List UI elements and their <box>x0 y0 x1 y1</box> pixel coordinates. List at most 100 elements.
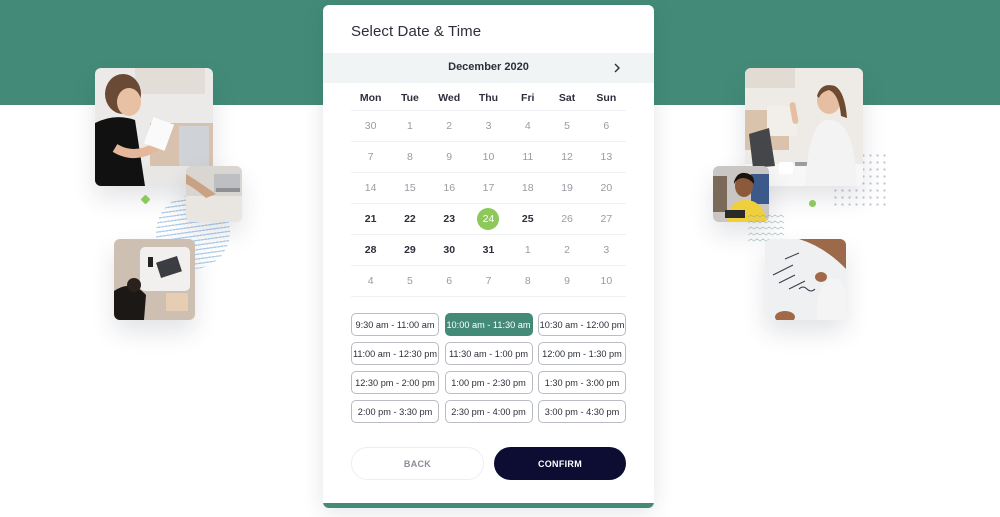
time-slot[interactable]: 2:30 pm - 4:00 pm <box>444 400 533 423</box>
calendar-day[interactable]: 12 <box>556 146 578 168</box>
calendar-day[interactable]: 15 <box>399 177 421 199</box>
calendar-day[interactable]: 6 <box>438 270 460 292</box>
calendar-cell: 19 <box>547 177 586 199</box>
calendar-cell: 1 <box>390 115 429 137</box>
calendar-cell: 11 <box>508 146 547 168</box>
calendar-day[interactable]: 30 <box>360 115 382 137</box>
calendar-day[interactable]: 20 <box>595 177 617 199</box>
calendar-day[interactable]: 28 <box>360 239 382 261</box>
calendar-cell: 22 <box>390 208 429 230</box>
calendar-cell: 27 <box>587 208 626 230</box>
time-slot[interactable]: 1:30 pm - 3:00 pm <box>538 371 626 394</box>
green-dot-decoration <box>140 194 151 205</box>
calendar-cell: 7 <box>469 270 508 292</box>
calendar-week-row: 28 29 30 31 1 2 3 <box>351 235 626 266</box>
calendar-day[interactable]: 8 <box>399 146 421 168</box>
calendar-day-selected[interactable]: 24 <box>477 208 500 230</box>
calendar-cell: 3 <box>469 115 508 137</box>
calendar-cell: 2 <box>547 239 586 261</box>
calendar-cell: 28 <box>351 239 390 261</box>
calendar-day[interactable]: 2 <box>556 239 578 261</box>
calendar-cell: 4 <box>351 270 390 292</box>
chevron-right-icon <box>614 63 620 73</box>
calendar-cell: 15 <box>390 177 429 199</box>
time-slot[interactable]: 2:00 pm - 3:30 pm <box>351 400 439 423</box>
confirm-button[interactable]: CONFIRM <box>494 447 626 480</box>
back-button[interactable]: BACK <box>351 447 484 480</box>
calendar-day[interactable]: 22 <box>399 208 421 230</box>
calendar-day[interactable]: 13 <box>595 146 617 168</box>
calendar-cell: 1 <box>508 239 547 261</box>
calendar-day[interactable]: 27 <box>595 208 617 230</box>
calendar-day[interactable]: 14 <box>360 177 382 199</box>
calendar-day[interactable]: 8 <box>517 270 539 292</box>
calendar-day[interactable]: 9 <box>556 270 578 292</box>
calendar-day[interactable]: 3 <box>595 239 617 261</box>
calendar-week-row: 4 5 6 7 8 9 10 <box>351 266 626 297</box>
time-slot[interactable]: 12:00 pm - 1:30 pm <box>538 342 626 365</box>
weekday-label: Thu <box>478 92 499 104</box>
calendar-day[interactable]: 19 <box>556 177 578 199</box>
calendar-day[interactable]: 1 <box>399 115 421 137</box>
calendar-day[interactable]: 4 <box>360 270 382 292</box>
calendar-day[interactable]: 3 <box>477 115 499 137</box>
weekday-label: Mon <box>359 92 382 104</box>
date-time-picker-card: Select Date & Time December 2020 Mon Tue W… <box>323 5 654 508</box>
calendar-cell: 2 <box>430 115 469 137</box>
weekday-label: Tue <box>400 92 419 104</box>
calendar-day[interactable]: 26 <box>556 208 578 230</box>
calendar-cell: 5 <box>547 115 586 137</box>
calendar-day[interactable]: 5 <box>556 115 578 137</box>
calendar-day[interactable]: 5 <box>399 270 421 292</box>
calendar-cell: 29 <box>390 239 429 261</box>
calendar-day[interactable]: 23 <box>438 208 460 230</box>
calendar-day[interactable]: 10 <box>595 270 617 292</box>
card-title: Select Date & Time <box>351 23 482 40</box>
calendar-day[interactable]: 25 <box>517 208 539 230</box>
calendar-cell: 23 <box>430 208 469 230</box>
calendar-week-row: 7 8 9 10 11 12 13 <box>351 142 626 173</box>
time-slot[interactable]: 3:00 pm - 4:30 pm <box>538 400 626 423</box>
calendar-cell: 5 <box>390 270 429 292</box>
calendar-cell: 3 <box>587 239 626 261</box>
calendar-day[interactable]: 18 <box>517 177 539 199</box>
calendar-cell: 16 <box>430 177 469 199</box>
calendar-day[interactable]: 31 <box>477 239 499 261</box>
time-slot[interactable]: 1:00 pm - 2:30 pm <box>444 371 533 394</box>
women-working-on-floor-photo <box>114 239 195 320</box>
laptop-on-bed-photo <box>186 166 242 222</box>
calendar-cell: 18 <box>508 177 547 199</box>
calendar-cell: 30 <box>430 239 469 261</box>
calendar-cell: 26 <box>547 208 586 230</box>
calendar-day[interactable]: 6 <box>595 115 617 137</box>
calendar-day[interactable]: 7 <box>477 270 499 292</box>
calendar-day[interactable]: 2 <box>438 115 460 137</box>
calendar-week-row: 30 1 2 3 4 5 6 <box>351 111 626 142</box>
weekday-header-row: Mon Tue Wed Thu Fri Sat Sun <box>351 86 626 111</box>
calendar-day[interactable]: 11 <box>517 146 539 168</box>
next-month-button[interactable] <box>608 58 626 78</box>
calendar-day[interactable]: 29 <box>399 239 421 261</box>
time-slot[interactable]: 12:30 pm - 2:00 pm <box>351 371 439 394</box>
calendar-cell: 20 <box>587 177 626 199</box>
calendar-day[interactable]: 4 <box>517 115 539 137</box>
calendar-day[interactable]: 1 <box>517 239 539 261</box>
calendar-cell: 8 <box>508 270 547 292</box>
calendar-cell: 14 <box>351 177 390 199</box>
time-slot[interactable]: 10:30 am - 12:00 pm <box>538 313 626 336</box>
time-slot[interactable]: 11:00 am - 12:30 pm <box>351 342 439 365</box>
time-slot[interactable]: 11:30 am - 1:00 pm <box>444 342 533 365</box>
calendar-day[interactable]: 9 <box>438 146 460 168</box>
calendar-day[interactable]: 17 <box>477 177 499 199</box>
calendar-day[interactable]: 21 <box>360 208 382 230</box>
green-dot-decoration <box>809 200 816 207</box>
calendar-day[interactable]: 10 <box>477 146 499 168</box>
card-accent-bar <box>323 503 654 508</box>
calendar-day[interactable]: 7 <box>360 146 382 168</box>
calendar-day[interactable]: 16 <box>438 177 460 199</box>
time-slot[interactable]: 9:30 am - 11:00 am <box>351 313 439 336</box>
time-slot-selected[interactable]: 10:00 am - 11:30 am <box>444 313 533 336</box>
calendar-day[interactable]: 30 <box>438 239 460 261</box>
calendar-cell: 12 <box>547 146 586 168</box>
calendar-grid: Mon Tue Wed Thu Fri Sat Sun 30 1 2 3 4 5 6 7 8 9 10 11 12 1… <box>351 86 626 297</box>
